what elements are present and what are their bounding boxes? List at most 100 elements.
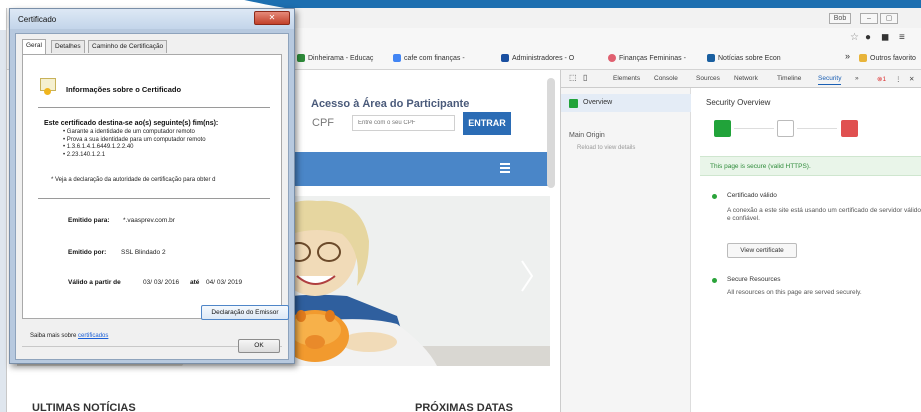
bookmark-favicon-icon [608, 54, 616, 62]
learn-more-text: Saiba mais sobre [30, 333, 77, 339]
devtools-panel: ⬚ ▯ Elements Console Sources Network Tim… [560, 70, 921, 412]
more-options-icon[interactable]: ⋮ [895, 75, 902, 83]
close-button[interactable]: ✕ [254, 11, 290, 25]
main-origin-heading: Main Origin [569, 132, 605, 139]
divider [38, 107, 270, 108]
certificate-dialog: Certificado ✕ Geral Detalhes Caminho de … [9, 8, 295, 364]
hamburger-menu-icon[interactable] [500, 163, 510, 173]
extension-icon[interactable]: ● [865, 32, 871, 43]
tab-sources[interactable]: Sources [696, 75, 720, 82]
bookmarks-overflow-button[interactable]: » [845, 51, 850, 61]
valid-from-value: 03/ 03/ 2016 [143, 279, 180, 286]
ok-button[interactable]: OK [238, 339, 280, 353]
bookmark-label: Dinheirama - Educaç [308, 54, 374, 62]
view-certificate-button[interactable]: View certificate [727, 243, 797, 258]
tab-details[interactable]: Detalhes [51, 40, 85, 53]
sidebar-item-overview[interactable]: Overview [561, 94, 691, 112]
tab-more[interactable]: » [855, 75, 859, 82]
star-icon[interactable]: ☆ [850, 32, 859, 43]
valid-from-label: Válido a partir de [68, 279, 121, 286]
info-page-icon [777, 120, 794, 137]
device-mode-icon[interactable]: ▯ [583, 73, 587, 82]
bookmark-favicon-icon [393, 54, 401, 62]
secure-lock-icon [569, 99, 578, 108]
list-item: 2.23.140.1.2.1 [63, 152, 206, 160]
bookmark-label: Notícias sobre Econ [718, 54, 781, 62]
divider [734, 128, 774, 129]
profile-button[interactable]: Bob [829, 13, 851, 24]
security-sidebar: Overview Main Origin Reload to view deta… [561, 88, 691, 412]
general-tab-panel: Informações sobre o Certificado Este cer… [22, 54, 282, 319]
green-status-dot [712, 194, 717, 199]
inspect-icon[interactable]: ⬚ [569, 73, 577, 82]
bookmark-item[interactable]: Notícias sobre Econ [707, 54, 781, 62]
close-devtools-icon[interactable]: ✕ [909, 75, 914, 83]
reload-hint[interactable]: Reload to view details [577, 145, 635, 151]
security-overview-title: Security Overview [706, 98, 771, 107]
login-title: Acesso à Área do Participante [311, 98, 470, 110]
list-item: Garante a identidade de um computador re… [63, 129, 206, 137]
secure-resources-title: Secure Resources [727, 276, 781, 283]
sidebar-item-label: Overview [583, 99, 613, 106]
cpf-input[interactable] [352, 115, 455, 131]
secure-lock-icon [714, 120, 731, 137]
cert-valid-description: A conexão a este site está usando um cer… [727, 207, 921, 222]
divider [797, 128, 837, 129]
tab-elements[interactable]: Elements [613, 75, 640, 82]
cert-valid-title: Certificado válido [727, 192, 777, 199]
security-overview-pane: Security Overview This page is secure (v… [692, 88, 921, 412]
bookmark-item[interactable]: cafe com finanças - [393, 54, 465, 62]
insecure-lock-icon [841, 120, 858, 137]
tab-security[interactable]: Security [818, 75, 842, 85]
bookmark-item[interactable]: Dinheirama - Educaç [297, 54, 373, 62]
page-scrollbar[interactable] [547, 78, 555, 188]
bookmark-favicon-icon [297, 54, 305, 62]
news-section-title: ULTIMAS NOTÍCIAS [32, 402, 136, 412]
valid-to-value: 04/ 03/ 2019 [206, 279, 243, 286]
tab-console[interactable]: Console [654, 75, 678, 82]
bookmark-item[interactable]: Finanças Femininas - [608, 54, 686, 62]
learn-more: Saiba mais sobre certificados [30, 333, 108, 339]
secure-resources-description: All resources on this page are served se… [727, 289, 862, 296]
bookmark-label: Finanças Femininas - [619, 54, 686, 62]
valid-to-label: até [190, 279, 200, 286]
bookmark-label: Outros favorito [870, 54, 916, 62]
purpose-list: Garante a identidade de um computador re… [63, 129, 206, 159]
devtools-tabbar: ⬚ ▯ Elements Console Sources Network Tim… [561, 70, 921, 88]
error-count: 1 [882, 76, 887, 83]
tab-general[interactable]: Geral [22, 39, 46, 54]
dialog-title: Certificado [18, 15, 57, 24]
maximize-button[interactable]: ▢ [880, 13, 898, 24]
certificate-info-title: Informações sobre o Certificado [66, 85, 182, 94]
learn-more-link[interactable]: certificados [78, 333, 108, 339]
folder-icon [859, 54, 867, 62]
green-status-dot [712, 278, 717, 283]
issued-by-label: Emitido por: [68, 249, 107, 256]
dates-section-title: PRÓXIMAS DATAS [415, 402, 513, 412]
bookmark-item[interactable]: Administradores - O [501, 54, 574, 62]
bookmark-favicon-icon [501, 54, 509, 62]
enter-button[interactable]: ENTRAR [463, 112, 511, 135]
issued-by-value: SSL Blindado 2 [121, 249, 166, 256]
authority-note: * Veja a declaração da autoridade de cer… [51, 177, 216, 183]
list-item: Prova a sua identidade para um computado… [63, 137, 206, 145]
purpose-heading: Este certificado destina-se ao(s) seguin… [44, 120, 219, 127]
issuer-statement-button[interactable]: Declaração do Emissor [201, 305, 289, 320]
tab-network[interactable]: Network [734, 75, 758, 82]
tab-certification-path[interactable]: Caminho de Certificação [88, 40, 168, 53]
certificate-icon [40, 78, 56, 95]
https-status-bar: This page is secure (valid HTTPS). [700, 156, 921, 176]
issued-to-label: Emitido para: [68, 217, 110, 224]
menu-icon[interactable]: ≡ [899, 32, 905, 43]
bookmark-folder-other[interactable]: Outros favorito [859, 54, 916, 62]
divider [38, 198, 270, 199]
minimize-button[interactable]: – [860, 13, 878, 24]
extension-square-icon[interactable]: ◼ [881, 32, 889, 43]
bookmark-favicon-icon [707, 54, 715, 62]
bookmark-label: Administradores - O [512, 54, 575, 62]
dialog-titlebar[interactable]: Certificado ✕ [10, 9, 294, 29]
tab-timeline[interactable]: Timeline [777, 75, 801, 82]
list-item: 1.3.6.1.4.1.6449.1.2.2.40 [63, 144, 206, 152]
dialog-body: Geral Detalhes Caminho de Certificação I… [15, 33, 289, 360]
error-count-badge[interactable]: ⊗1 [877, 75, 886, 83]
